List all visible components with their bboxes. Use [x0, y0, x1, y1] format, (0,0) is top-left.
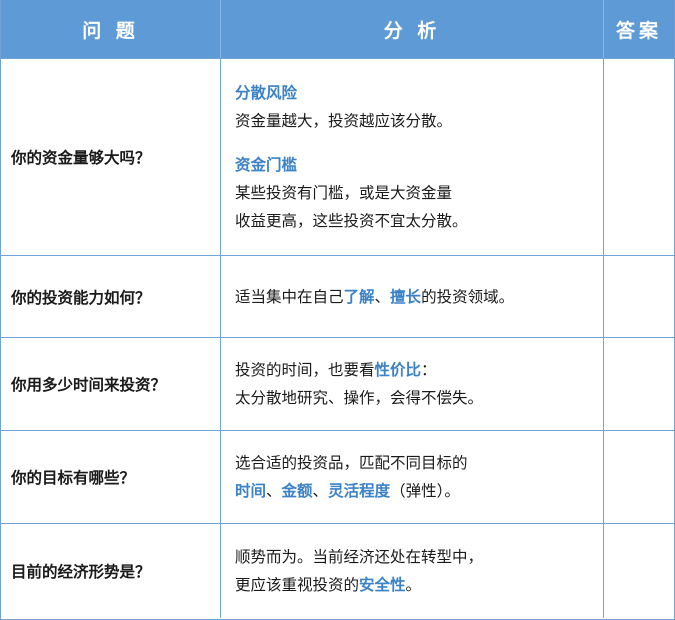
table-row: 你的资金量够大吗？ 分散风险 资金量越大，投资越应该分散。 资金门槛 某些投资有… — [1, 58, 674, 255]
analysis-cell: 选合适的投资品，匹配不同目标的 时间、金额、灵活程度（弹性）。 — [221, 431, 604, 523]
answer-cell[interactable] — [604, 59, 674, 255]
analysis-text: 收益更高，这些投资不宜太分散。 — [235, 212, 468, 230]
question-cell: 你的目标有哪些？ — [1, 431, 221, 523]
header-answer: 答案 — [615, 19, 662, 42]
analysis-text: 时间、金额、灵活程度（弹性）。 — [235, 482, 460, 500]
answer-cell[interactable] — [604, 256, 674, 337]
analysis-cell: 投资的时间，也要看性价比： 太分散地研究、操作，会得不偿失。 — [221, 338, 604, 430]
highlight-text: 金额 — [281, 482, 313, 500]
analysis-text: 更应该重视投资的安全性。 — [235, 576, 422, 594]
highlight-text: 性价比 — [374, 361, 422, 379]
question-cell: 你的资金量够大吗？ — [1, 59, 221, 255]
highlight-text: 时间 — [235, 482, 267, 500]
analysis-text: 适当集中在自己了解、擅长的投资领域。 — [235, 287, 515, 306]
highlight-text: 灵活程度 — [328, 482, 391, 500]
analysis-text: 太分散地研究、操作，会得不偿失。 — [235, 389, 484, 407]
highlight-text: 安全性 — [359, 576, 406, 594]
highlight-text: 擅长 — [390, 287, 422, 306]
analysis-text: 资金量越大，投资越应该分散。 — [235, 112, 453, 130]
question-cell: 目前的经济形势是？ — [1, 524, 221, 618]
analysis-cell: 分散风险 资金量越大，投资越应该分散。 资金门槛 某些投资有门槛，或是大资金量 … — [221, 59, 604, 255]
highlight-text: 了解 — [343, 287, 375, 306]
investment-question-table: 问 题 分 析 答案 你的资金量够大吗？ 分散风险 资金量越大，投资越应该分散。… — [0, 0, 675, 620]
table-row: 你的目标有哪些？ 选合适的投资品，匹配不同目标的 时间、金额、灵活程度（弹性）。 — [1, 430, 674, 523]
answer-cell[interactable] — [604, 338, 674, 430]
table-header: 问 题 分 析 答案 — [1, 0, 674, 58]
analysis-text: 某些投资有门槛，或是大资金量 — [235, 184, 453, 202]
table-row: 你用多少时间来投资？ 投资的时间，也要看性价比： 太分散地研究、操作，会得不偿失… — [1, 337, 674, 430]
question-cell: 你用多少时间来投资？ — [1, 338, 221, 430]
analysis-cell: 顺势而为。当前经济还处在转型中， 更应该重视投资的安全性。 — [221, 524, 604, 618]
question-cell: 你的投资能力如何？ — [1, 256, 221, 337]
analysis-text: 投资的时间，也要看性价比： — [235, 361, 437, 379]
analysis-subtitle: 分散风险 — [235, 84, 298, 102]
analysis-text: 顺势而为。当前经济还处在转型中， — [235, 548, 484, 566]
analysis-subtitle: 资金门槛 — [235, 156, 298, 174]
table-row: 目前的经济形势是？ 顺势而为。当前经济还处在转型中， 更应该重视投资的安全性。 — [1, 523, 674, 618]
header-analysis: 分 析 — [221, 0, 604, 58]
answer-cell[interactable] — [604, 524, 674, 618]
table-row: 你的投资能力如何？ 适当集中在自己了解、擅长的投资领域。 — [1, 255, 674, 337]
header-question: 问 题 — [1, 0, 221, 58]
analysis-cell: 适当集中在自己了解、擅长的投资领域。 — [221, 256, 604, 337]
analysis-text: 选合适的投资品，匹配不同目标的 — [235, 454, 468, 472]
answer-cell[interactable] — [604, 431, 674, 523]
